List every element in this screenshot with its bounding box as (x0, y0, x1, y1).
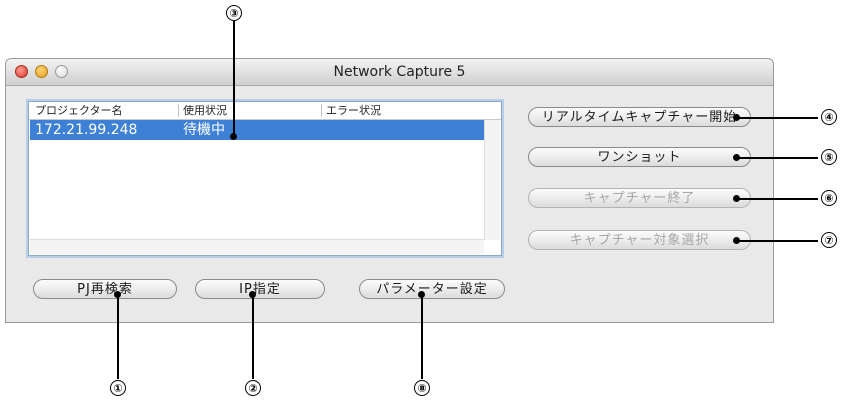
one-shot-button[interactable]: ワンショット (528, 147, 751, 167)
capture-end-button[interactable]: キャプチャー終了 (528, 188, 751, 208)
column-header-usage-status[interactable]: 使用状況 (183, 104, 227, 118)
column-header-projector-name[interactable]: プロジェクター名 (35, 104, 123, 118)
projector-table[interactable]: プロジェクター名 使用状況 エラー状況 172.21.99.248 待機中 (28, 101, 502, 256)
callout-dot (230, 133, 237, 140)
callout-line (736, 117, 818, 119)
callout-6: ⑥ (821, 190, 837, 206)
capture-target-select-button[interactable]: キャプチャー対象選択 (528, 230, 751, 250)
callout-line (736, 157, 818, 159)
usage-status-cell: 待機中 (183, 122, 225, 138)
callout-2: ② (245, 380, 261, 396)
network-capture-window: Network Capture 5 プロジェクター名 使用状況 エラー状況 17… (5, 58, 774, 323)
column-divider (321, 104, 322, 117)
callout-5: ⑤ (821, 149, 837, 165)
title-bar: Network Capture 5 (6, 59, 773, 86)
realtime-capture-start-button[interactable]: リアルタイムキャプチャー開始 (528, 107, 751, 127)
callout-line (421, 294, 423, 379)
callout-line (252, 294, 254, 379)
vertical-scrollbar[interactable] (484, 120, 500, 240)
callout-7: ⑦ (821, 232, 837, 248)
callout-line (736, 240, 818, 242)
callout-8: ⑧ (414, 380, 430, 396)
callout-1: ① (110, 380, 126, 396)
callout-4: ④ (821, 109, 837, 125)
callout-line (233, 21, 235, 136)
callout-3: ③ (226, 5, 242, 21)
table-header: プロジェクター名 使用状況 エラー状況 (29, 102, 501, 120)
window-title: Network Capture 5 (333, 64, 466, 80)
parameter-settings-button[interactable]: パラメーター設定 (359, 279, 505, 299)
column-header-error-status[interactable]: エラー状況 (326, 104, 381, 118)
pj-research-button[interactable]: PJ再検索 (33, 279, 177, 299)
ip-specify-button[interactable]: IP指定 (195, 279, 325, 299)
callout-line (117, 294, 119, 379)
column-divider (178, 104, 179, 117)
horizontal-scrollbar[interactable] (30, 239, 484, 254)
projector-name-cell: 172.21.99.248 (35, 122, 138, 138)
table-row[interactable]: 172.21.99.248 待機中 (30, 120, 484, 140)
callout-line (736, 198, 818, 200)
